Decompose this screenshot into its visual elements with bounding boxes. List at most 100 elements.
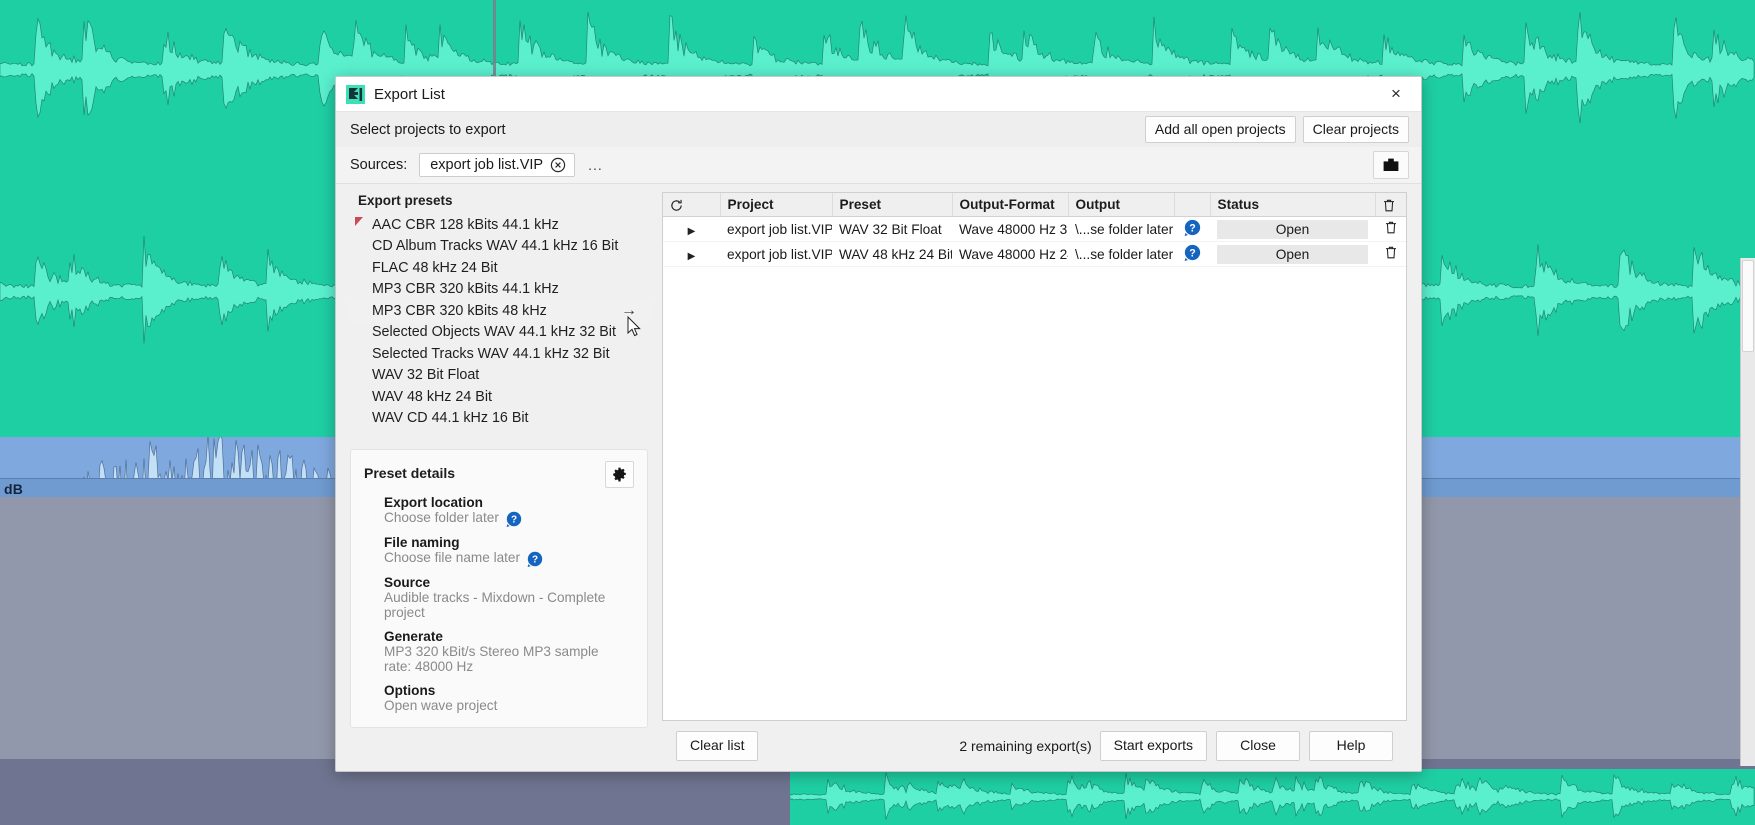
cell-delete[interactable] xyxy=(1375,241,1406,267)
dialog-subheader: Select projects to export Add all open p… xyxy=(336,112,1421,147)
preset-item[interactable]: CD Album Tracks WAV 44.1 kHz 16 Bit xyxy=(350,236,650,258)
preset-detail-value-text: MP3 320 kBit/s Stereo MP3 sample rate: 4… xyxy=(384,643,599,675)
preset-item[interactable]: WAV 32 Bit Float xyxy=(350,365,650,387)
preset-detail-value: Choose folder later? xyxy=(384,510,634,527)
status-open-button[interactable]: Open xyxy=(1217,244,1368,264)
preset-item[interactable]: Selected Tracks WAV 44.1 kHz 32 Bit xyxy=(350,343,650,365)
trash-icon xyxy=(1385,221,1396,234)
preset-item[interactable]: MP3 CBR 320 kBits 44.1 kHz xyxy=(350,279,650,301)
col-header-project[interactable]: Project xyxy=(720,193,833,217)
col-header-delete[interactable] xyxy=(1375,193,1406,217)
preset-details-title: Preset details xyxy=(364,465,456,481)
preset-detail-value: Choose file name later? xyxy=(384,550,634,567)
preset-detail-value-text: Choose folder later xyxy=(384,510,499,525)
close-button[interactable]: Close xyxy=(1216,731,1300,761)
help-badge-icon[interactable]: ? xyxy=(1184,219,1201,236)
source-chip-label: export job list.VIP xyxy=(430,157,544,173)
add-all-open-projects-button[interactable]: Add all open projects xyxy=(1144,115,1296,144)
col-header-output[interactable]: Output xyxy=(1068,193,1175,217)
help-badge-icon[interactable]: ? xyxy=(506,511,522,527)
expand-row-icon[interactable]: ▶ xyxy=(688,226,696,237)
preset-item[interactable]: AAC CBR 128 kBits 44.1 kHz xyxy=(350,214,650,236)
preset-detail-label: Source xyxy=(384,575,431,590)
preset-apply-arrow-icon[interactable]: → xyxy=(621,302,637,320)
sources-more-button[interactable]: ... xyxy=(588,157,603,173)
vertical-scrollbar[interactable] xyxy=(1740,258,1755,766)
preset-item-label: MP3 CBR 320 kBits 48 kHz xyxy=(372,302,547,319)
preset-detail-value: MP3 320 kBit/s Stereo MP3 sample rate: 4… xyxy=(384,644,634,675)
clear-list-button[interactable]: Clear list xyxy=(676,731,759,761)
clear-projects-button[interactable]: Clear projects xyxy=(1302,115,1409,144)
col-header-status[interactable]: Status xyxy=(1210,193,1376,217)
preset-detail-label: Export location xyxy=(384,495,483,510)
preset-item[interactable]: WAV 48 kHz 24 Bit xyxy=(350,386,650,408)
preset-item[interactable]: MP3 CBR 320 kBits 48 kHz → xyxy=(350,300,650,322)
dialog-titlebar[interactable]: Export List × xyxy=(336,77,1421,112)
table-header: Project Preset Output-Format Output Stat… xyxy=(663,193,1406,217)
col-header-refresh[interactable] xyxy=(663,193,721,217)
dialog-footer: Clear list 2 remaining export(s) Start e… xyxy=(662,721,1407,771)
status-open-button[interactable]: Open xyxy=(1217,219,1368,239)
close-icon[interactable]: × xyxy=(1371,78,1421,111)
scrollbar-thumb[interactable] xyxy=(1742,260,1754,352)
left-panel: Export presets AAC CBR 128 kBits 44.1 kH… xyxy=(336,184,650,771)
col-header-output-format[interactable]: Output-Format xyxy=(952,193,1069,217)
cell-status[interactable]: Open xyxy=(1210,241,1375,267)
briefcase-icon xyxy=(1383,158,1399,171)
table-row[interactable]: ▶ export job list.VIP WAV 32 Bit Float Wave… xyxy=(663,216,1406,242)
refresh-icon xyxy=(671,199,682,211)
table-row[interactable]: ▶ export job list.VIP WAV 48 kHz 24 Bit Wav… xyxy=(663,241,1406,267)
help-badge-icon[interactable]: ? xyxy=(1184,244,1201,261)
remove-circle-icon[interactable] xyxy=(550,157,566,173)
preset-settings-button[interactable] xyxy=(605,461,634,488)
preset-detail-value: Open wave project xyxy=(384,698,634,713)
export-presets-title: Export presets xyxy=(358,193,453,208)
preset-item-label: AAC CBR 128 kBits 44.1 kHz xyxy=(372,216,559,233)
screen: dB Export List × Select projects to expo… xyxy=(0,0,1755,825)
delete-row-button[interactable] xyxy=(1385,221,1397,234)
sources-row: Sources: export job list.VIP ... xyxy=(336,147,1421,184)
row-expand-cell[interactable]: ▶ xyxy=(663,241,720,267)
preset-detail-label: File naming xyxy=(384,535,460,550)
cell-output-format: Wave 48000 Hz 24 xyxy=(952,241,1068,267)
help-badge-icon[interactable]: ? xyxy=(527,551,543,567)
source-chip[interactable]: export job list.VIP xyxy=(419,153,576,177)
preset-item-label: WAV CD 44.1 kHz 16 Bit xyxy=(372,410,529,427)
preset-item[interactable]: Selected Objects WAV 44.1 kHz 32 Bit xyxy=(350,322,650,344)
preset-detail-label: Options xyxy=(384,682,436,698)
col-header-help xyxy=(1174,193,1211,217)
gear-icon xyxy=(613,467,626,482)
cell-project: export job list.VIP xyxy=(720,241,832,267)
table-body: ▶ export job list.VIP WAV 32 Bit Float Wave… xyxy=(663,216,1406,267)
preset-detail-value-text: Audible tracks - Mixdown - Complete proj… xyxy=(384,590,606,621)
audio-track-teal-bottom[interactable] xyxy=(790,769,1755,825)
row-expand-cell[interactable]: ▶ xyxy=(663,216,720,242)
cell-preset: WAV 48 kHz 24 Bit xyxy=(832,241,952,267)
delete-row-button[interactable] xyxy=(1385,246,1397,259)
cell-status[interactable]: Open xyxy=(1210,216,1375,242)
svg-text:?: ? xyxy=(511,515,517,526)
cell-preset: WAV 32 Bit Float xyxy=(832,216,952,242)
browse-folder-button[interactable] xyxy=(1373,151,1409,179)
preset-item[interactable]: WAV CD 44.1 kHz 16 Bit xyxy=(350,408,650,430)
cell-delete[interactable] xyxy=(1375,216,1406,242)
samplitude-logo-icon xyxy=(346,84,365,104)
start-exports-button[interactable]: Start exports xyxy=(1099,731,1207,761)
preset-details-card: Preset details Export location Choose fol… xyxy=(350,449,648,729)
expand-row-icon[interactable]: ▶ xyxy=(688,251,696,262)
svg-text:?: ? xyxy=(1189,247,1195,259)
sources-label: Sources: xyxy=(350,157,408,173)
help-button[interactable]: Help xyxy=(1309,731,1393,761)
remaining-exports-label: 2 remaining export(s) xyxy=(959,738,1092,754)
cell-help[interactable]: ? xyxy=(1174,241,1210,267)
preset-detail-value: Audible tracks - Mixdown - Complete proj… xyxy=(384,590,634,621)
default-preset-flag-icon xyxy=(355,217,363,226)
preset-item[interactable]: FLAC 48 kHz 24 Bit xyxy=(350,257,650,279)
cell-help[interactable]: ? xyxy=(1174,216,1210,242)
col-header-preset[interactable]: Preset xyxy=(832,193,953,217)
cell-project: export job list.VIP xyxy=(720,216,832,242)
export-presets-list[interactable]: AAC CBR 128 kBits 44.1 kHz CD Album Track… xyxy=(350,214,650,429)
dialog-body: Export presets AAC CBR 128 kBits 44.1 kH… xyxy=(336,184,1421,771)
preset-item-label: WAV 32 Bit Float xyxy=(372,367,480,384)
table-header-row: Project Preset Output-Format Output Stat… xyxy=(663,193,1406,217)
